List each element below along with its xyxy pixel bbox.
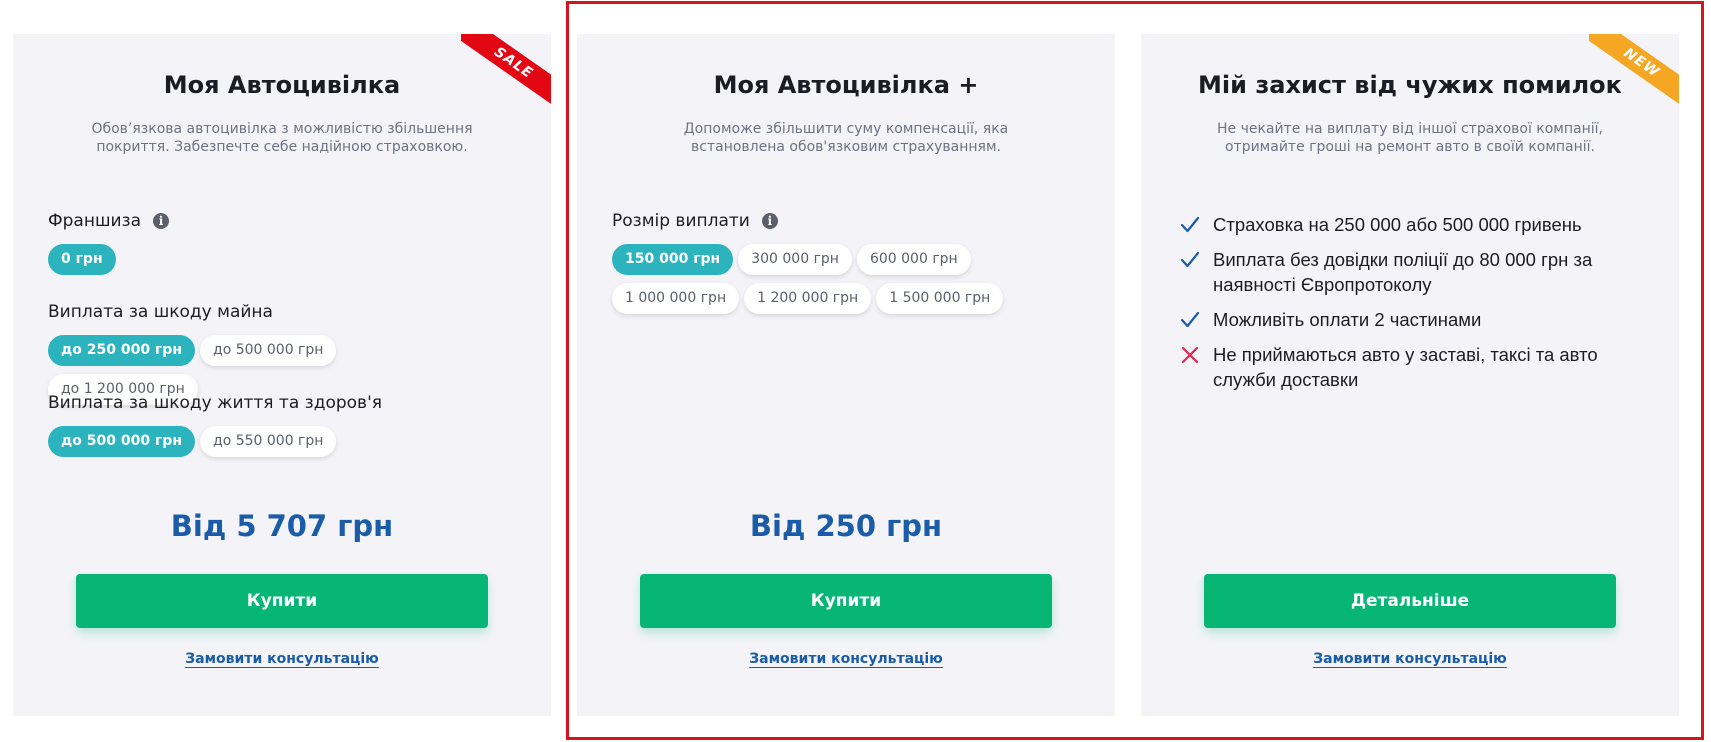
product-card-my-autocivilka: SALE Моя Автоцивілка Обов’язкова автоцив… xyxy=(13,34,551,716)
health-payout-options: до 500 000 грн до 550 000 грн xyxy=(48,426,468,457)
card-description: Обов’язкова автоцивілка з можливістю збі… xyxy=(91,121,473,155)
health-payout-label-text: Виплата за шкоду життя та здоров'я xyxy=(48,393,382,413)
health-payout-label: Виплата за шкоду життя та здоров'я xyxy=(48,393,382,413)
property-payout-label-text: Виплата за шкоду майна xyxy=(48,302,273,322)
info-icon[interactable]: i xyxy=(153,213,170,229)
franchise-label-text: Франшиза xyxy=(48,211,142,231)
card-title: Моя Автоцивілка xyxy=(163,71,401,99)
property-payout-label: Виплата за шкоду майна xyxy=(48,302,273,322)
selection-highlight-frame xyxy=(566,1,1704,740)
option-pill[interactable]: до 500 000 грн xyxy=(200,335,337,366)
option-pill[interactable]: до 250 000 грн xyxy=(48,335,196,366)
option-pill[interactable]: до 500 000 грн xyxy=(48,426,196,457)
option-pill[interactable]: до 550 000 грн xyxy=(200,426,337,457)
price: Від 5 707 грн xyxy=(170,509,394,543)
franchise-options: 0 грн xyxy=(48,244,468,275)
page: SALE Моя Автоцивілка Обов’язкова автоцив… xyxy=(0,0,1711,742)
franchise-label: Франшиза i xyxy=(48,211,170,231)
buy-button[interactable]: Купити xyxy=(76,574,488,628)
consultation-link[interactable]: Замовити консультацію xyxy=(13,651,551,667)
option-pill[interactable]: 0 грн xyxy=(48,244,116,275)
